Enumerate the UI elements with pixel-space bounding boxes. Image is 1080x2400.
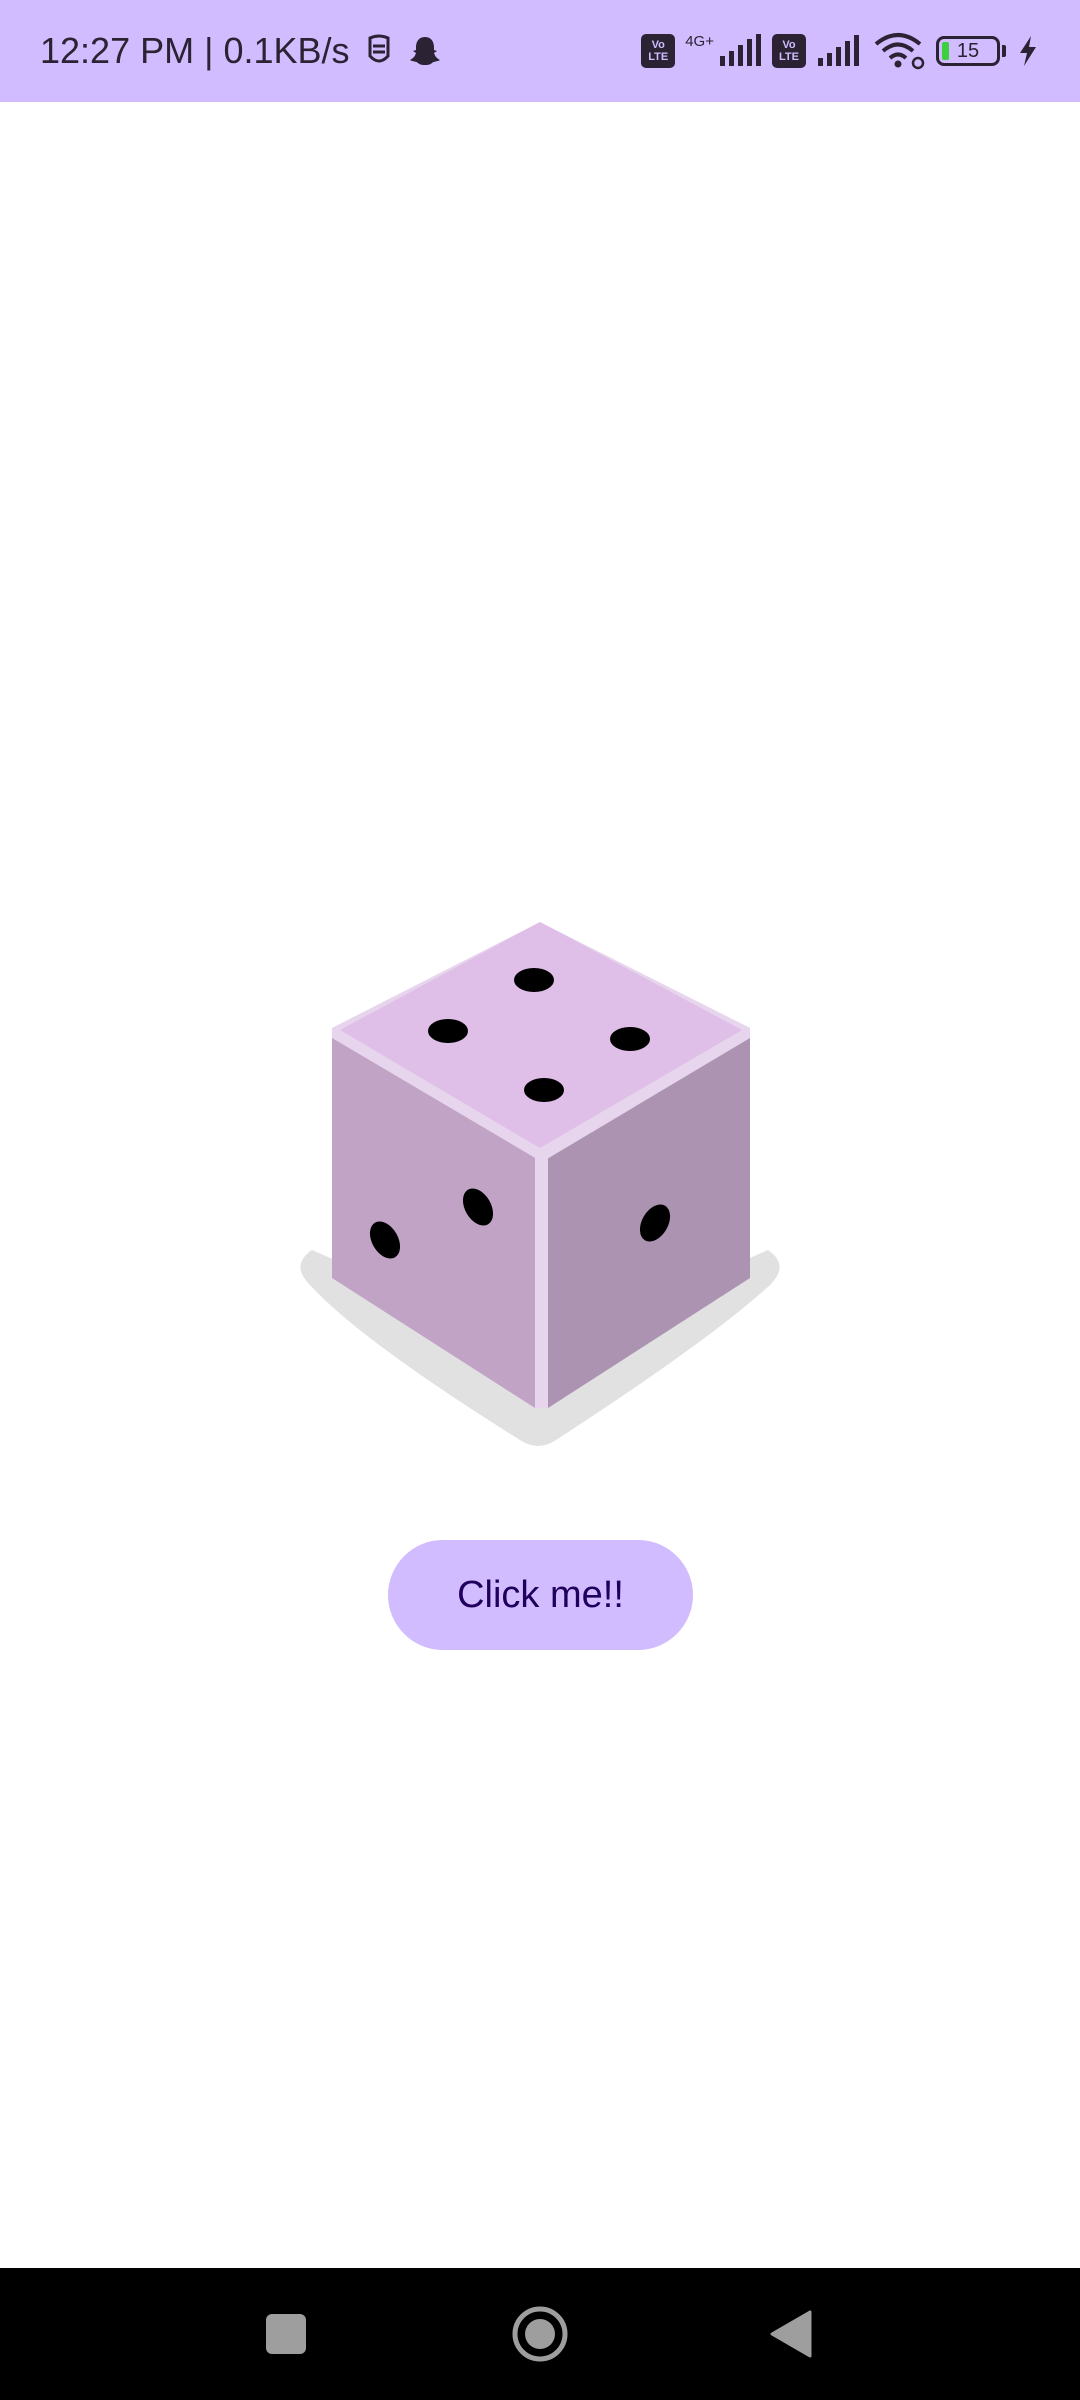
- volte-icon: Vo LTE: [641, 34, 676, 68]
- signal-icon-sim1: [718, 34, 762, 68]
- wifi-icon: [874, 32, 926, 70]
- battery-level: 15: [956, 39, 980, 62]
- roll-button[interactable]: Click me!!: [388, 1540, 693, 1650]
- app-screen: 12:27 PM | 0.1KB/s Vo LTE 4G+ Vo LTE 15 …: [0, 0, 1080, 2400]
- battery-tip: [1002, 45, 1006, 57]
- volte-label-bottom: LTE: [648, 51, 669, 63]
- signal-icon-sim2: [816, 34, 864, 68]
- battery-icon: 15: [936, 36, 1000, 66]
- status-right: Vo LTE 4G+ Vo LTE 15: [641, 32, 1040, 70]
- snapchat-ghost-icon: [408, 34, 442, 68]
- battery-fill: [942, 42, 949, 60]
- volte-label-bottom-2: LTE: [779, 51, 799, 63]
- status-left: 12:27 PM | 0.1KB/s: [40, 30, 442, 72]
- recents-button[interactable]: [246, 2268, 326, 2400]
- back-button[interactable]: [750, 2268, 830, 2400]
- face-mask-icon: [364, 34, 394, 68]
- recents-square-icon: [266, 2314, 306, 2354]
- charging-bolt-icon: [1016, 34, 1040, 68]
- dice-pip: [428, 1019, 468, 1043]
- dice-front-edge: [535, 1152, 548, 1408]
- status-bar: 12:27 PM | 0.1KB/s Vo LTE 4G+ Vo LTE 15: [0, 0, 1080, 102]
- volte-label-top: Vo: [651, 39, 665, 51]
- time-and-speed: 12:27 PM | 0.1KB/s: [40, 30, 350, 71]
- network-type-label: 4G+: [685, 32, 714, 50]
- dice-pip: [514, 968, 554, 992]
- volte-label-top-2: Vo: [782, 39, 796, 51]
- dice-image: [290, 900, 790, 1460]
- volte-icon-sim2: Vo LTE: [772, 34, 806, 68]
- dice-pip: [610, 1027, 650, 1051]
- home-circle-icon: [512, 2306, 568, 2362]
- back-triangle-icon: [770, 2310, 812, 2358]
- dice-pip: [524, 1078, 564, 1102]
- navigation-bar: [0, 2268, 1080, 2400]
- home-button[interactable]: [500, 2268, 580, 2400]
